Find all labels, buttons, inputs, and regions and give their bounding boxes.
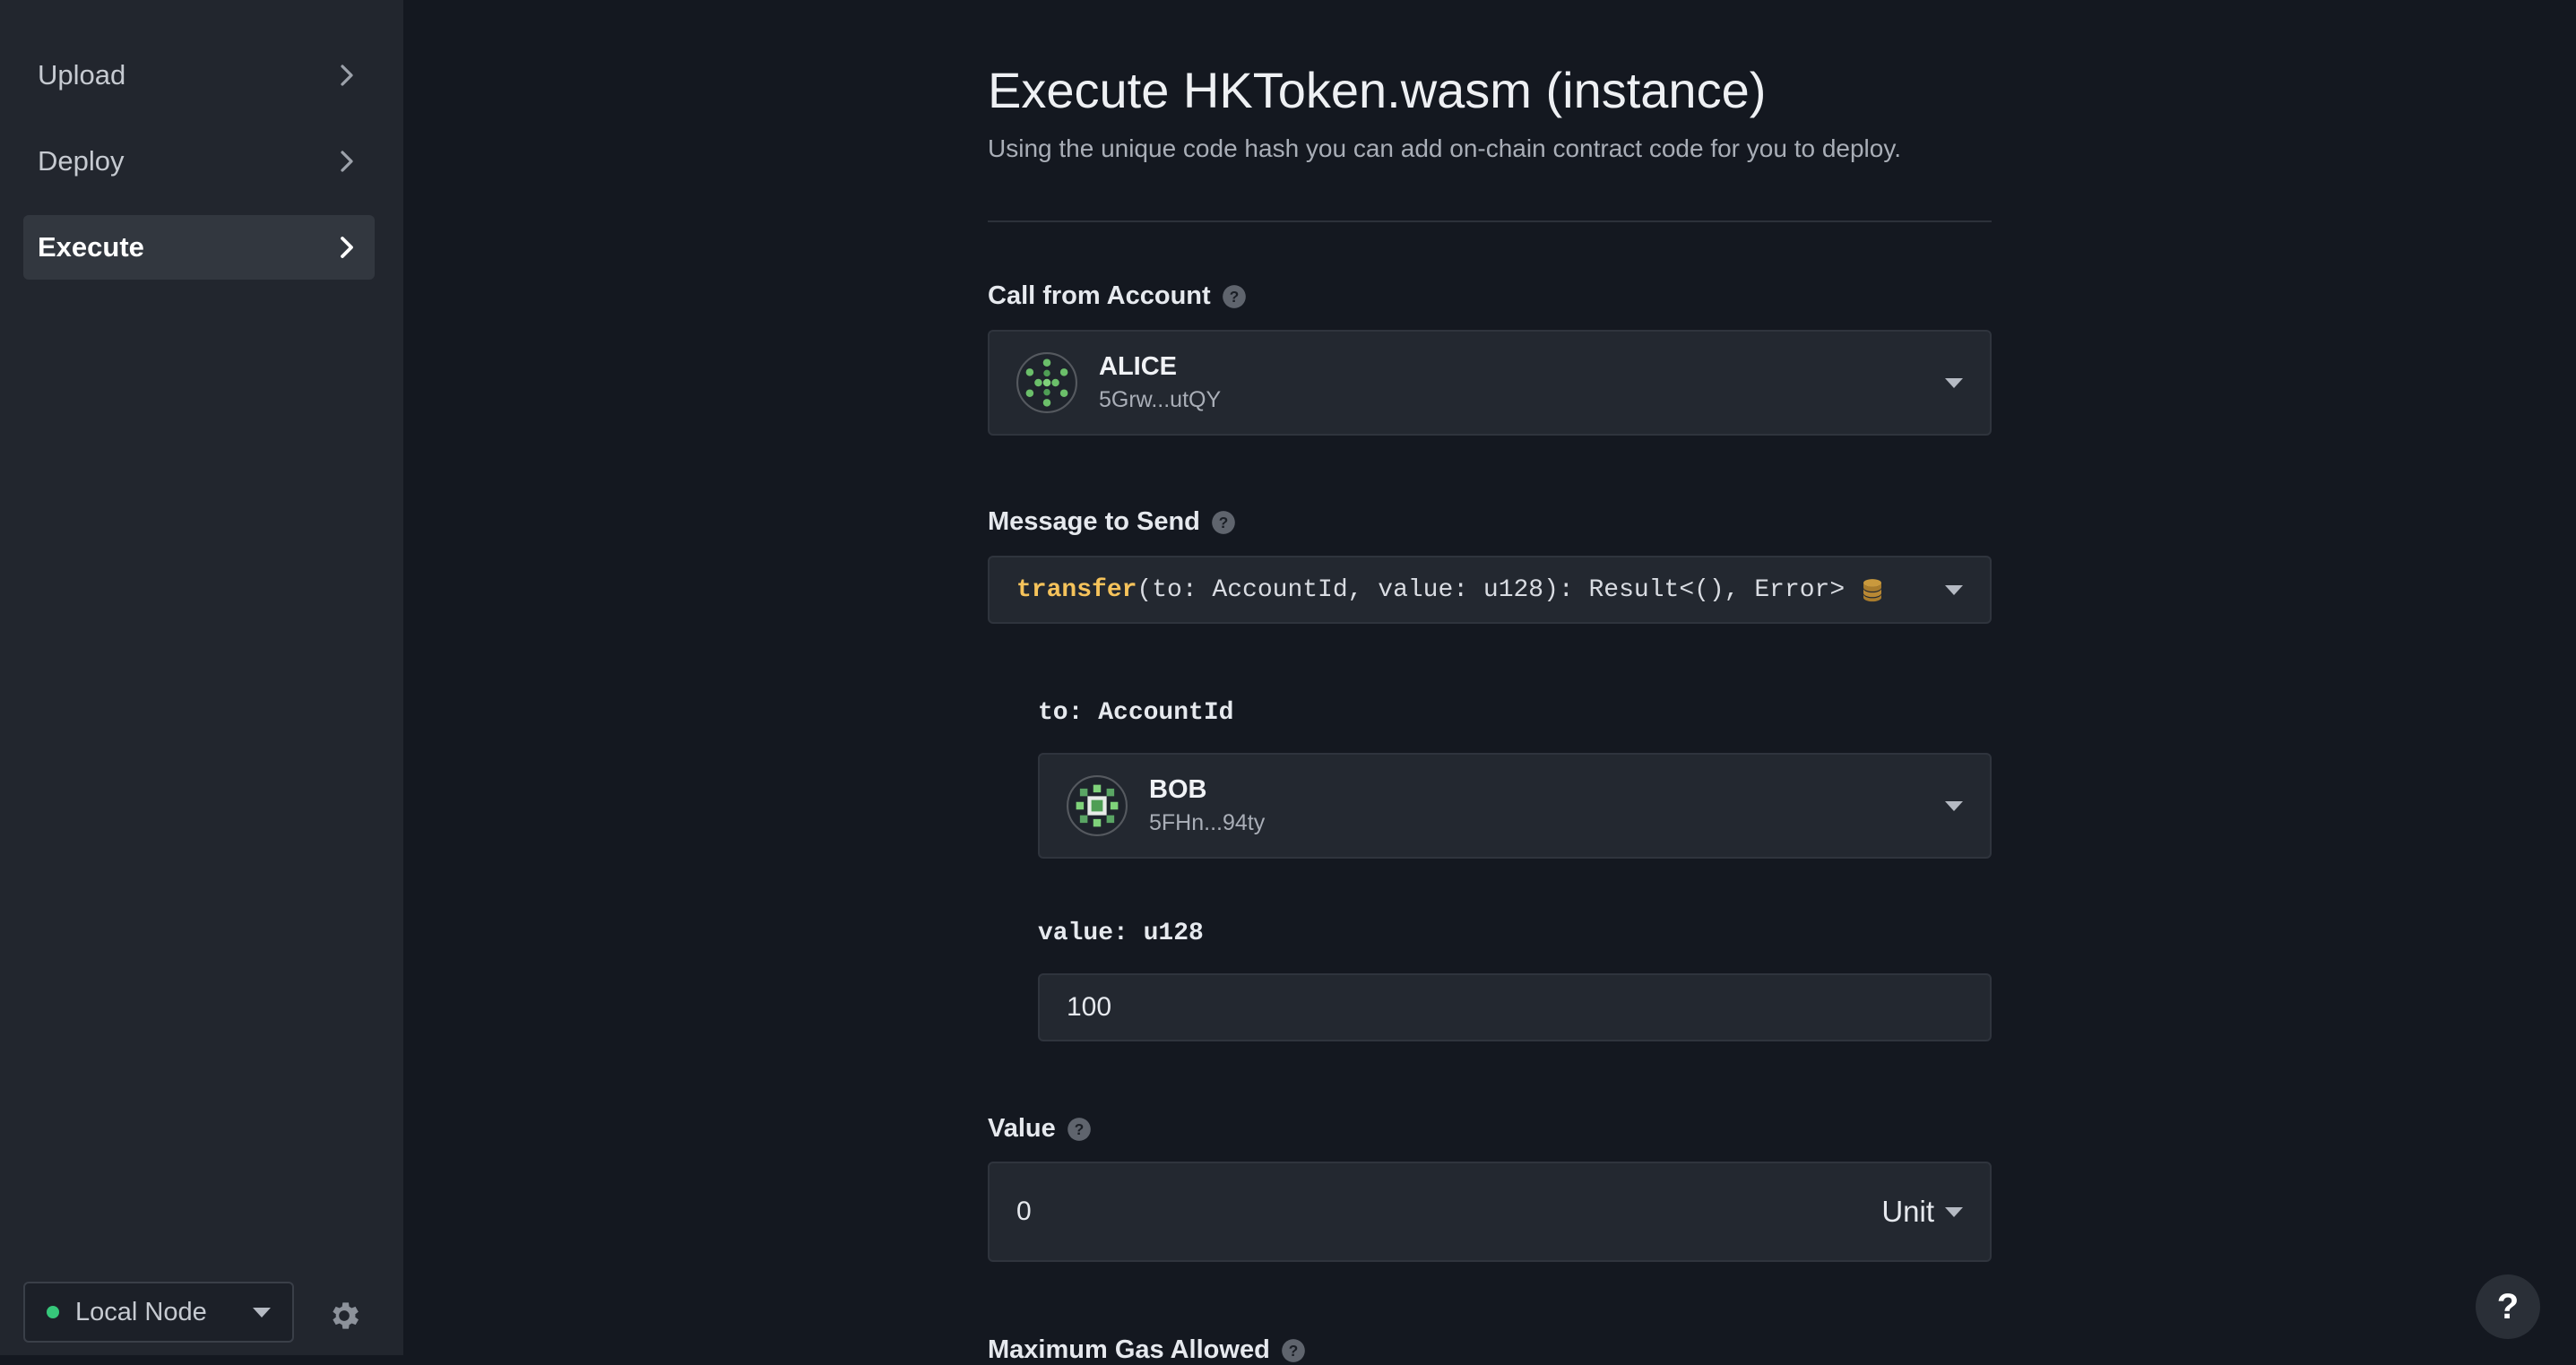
message-to-send-label: Message to Send ? — [988, 507, 1236, 537]
chevron-right-icon — [341, 151, 353, 172]
chevron-down-icon — [1945, 377, 1963, 388]
chevron-down-icon — [1945, 584, 1963, 595]
node-selector[interactable]: Local Node — [23, 1282, 294, 1343]
svg-text:?: ? — [1219, 513, 1229, 531]
message-function-name: transfer — [1016, 575, 1137, 604]
arg-value-label: value: u128 — [1038, 920, 1204, 947]
account-address: 5FHn...94ty — [1149, 810, 1266, 835]
account-address: 5Grw...utQY — [1099, 387, 1222, 412]
arg-to-account-select[interactable]: BOB 5FHn...94ty — [1038, 753, 1992, 859]
sidebar-item-execute[interactable]: Execute — [23, 215, 375, 280]
arg-value-input[interactable]: 100 — [1038, 973, 1992, 1041]
arg-value-text: 100 — [1067, 992, 1112, 1022]
svg-text:?: ? — [1074, 1119, 1084, 1137]
chevron-right-icon — [341, 237, 353, 258]
value-input[interactable]: 0 Unit — [988, 1162, 1992, 1262]
value-input-text: 0 — [1016, 1197, 1032, 1226]
arg-to-label: to: AccountId — [1038, 699, 1234, 727]
call-from-account-label: Call from Account ? — [988, 281, 1247, 311]
chevron-down-icon — [1945, 1206, 1963, 1217]
sidebar-item-label: Execute — [38, 231, 144, 263]
chevron-down-icon — [253, 1307, 271, 1317]
coins-icon — [1863, 579, 1882, 602]
account-name: ALICE — [1099, 352, 1177, 381]
account-name: BOB — [1149, 775, 1207, 804]
value-label: Value ? — [988, 1114, 1092, 1144]
help-icon[interactable]: ? — [1211, 510, 1236, 535]
chevron-right-icon — [341, 65, 353, 86]
sidebar-item-label: Deploy — [38, 145, 125, 177]
help-button[interactable]: ? — [2476, 1274, 2540, 1339]
max-gas-label-text: Maximum Gas Allowed — [988, 1335, 1270, 1364]
help-icon[interactable]: ? — [1067, 1117, 1092, 1142]
max-gas-label: Maximum Gas Allowed ? — [988, 1335, 1306, 1365]
identicon-avatar — [1016, 352, 1077, 413]
message-to-send-label-text: Message to Send — [988, 507, 1200, 536]
message-signature: (to: AccountId, value: u128): Result<(),… — [1137, 575, 1846, 604]
divider — [988, 220, 1992, 222]
unit-select-label: Unit — [1881, 1195, 1934, 1228]
svg-text:?: ? — [1288, 1341, 1298, 1359]
message-select[interactable]: transfer (to: AccountId, value: u128): R… — [988, 556, 1992, 624]
value-label-text: Value — [988, 1114, 1056, 1143]
sidebar-item-deploy[interactable]: Deploy — [23, 129, 375, 194]
sidebar-item-label: Upload — [38, 59, 126, 91]
chevron-down-icon — [1945, 800, 1963, 811]
call-from-account-select[interactable]: ALICE 5Grw...utQY — [988, 330, 1992, 436]
sidebar-item-upload[interactable]: Upload — [23, 43, 375, 108]
svg-text:?: ? — [1229, 287, 1239, 305]
connection-status-dot — [47, 1306, 59, 1318]
help-icon[interactable]: ? — [1281, 1338, 1306, 1363]
page-subtitle: Using the unique code hash you can add o… — [988, 134, 1902, 162]
call-from-account-label-text: Call from Account — [988, 281, 1211, 310]
unit-select[interactable]: Unit — [1881, 1195, 1963, 1229]
page-title: Execute HKToken.wasm (instance) — [988, 62, 1767, 118]
gear-icon[interactable] — [326, 1298, 362, 1334]
identicon-avatar — [1067, 775, 1128, 836]
help-icon[interactable]: ? — [1222, 284, 1247, 309]
node-selector-label: Local Node — [75, 1297, 207, 1326]
sidebar: Upload Deploy Execute Local Node — [0, 0, 403, 1355]
